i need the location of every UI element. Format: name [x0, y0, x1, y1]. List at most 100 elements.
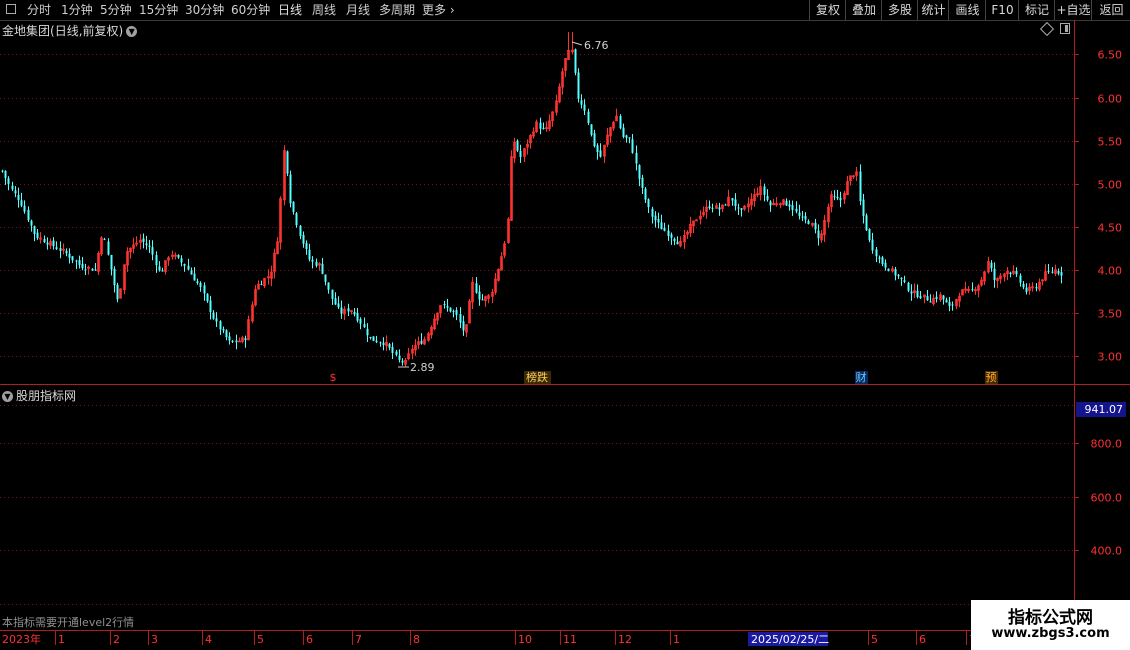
high-annotation: 6.76	[571, 39, 609, 52]
candle-body-down	[542, 127, 545, 129]
candle-body-down	[94, 269, 97, 271]
candle-body-down	[286, 151, 289, 174]
candle-body-down	[894, 269, 897, 276]
candle-body-down	[900, 277, 903, 280]
sub-indicator-grid	[0, 405, 1074, 605]
candle-body-down	[305, 243, 308, 249]
candle-body-down	[14, 190, 17, 194]
candle-body-down	[91, 268, 94, 271]
chevron-down-icon[interactable]: ▼	[2, 391, 13, 402]
candle-body-down	[763, 186, 766, 195]
candle-body-down	[638, 165, 641, 179]
candle-body-down	[46, 242, 49, 245]
candle-body-down	[926, 296, 929, 301]
month-label: 11	[563, 633, 577, 646]
candle-body-down	[177, 254, 180, 258]
candle-body-down	[23, 205, 26, 212]
candle-body-down	[321, 263, 324, 274]
candle-body-down	[235, 340, 238, 343]
candle-body-down	[369, 336, 372, 339]
candle-body-down	[334, 298, 337, 305]
candle-body-down	[84, 269, 87, 271]
sub-title: ▼ 股朋指标网	[2, 387, 76, 404]
candle-body-down	[459, 314, 462, 323]
candle-body-down	[868, 229, 871, 240]
candle-body-down	[203, 285, 206, 294]
month-label: 6	[306, 633, 313, 646]
candle-body-down	[791, 205, 794, 210]
candle-body-down	[881, 257, 884, 264]
main-price-grid	[0, 54, 1074, 357]
marker-cai[interactable]: 财	[856, 370, 867, 384]
candle-body-down	[65, 250, 68, 254]
month-label: 10	[518, 633, 532, 646]
candle-body-down	[929, 301, 932, 303]
candle-body-down	[619, 116, 622, 129]
candle-body-down	[769, 201, 772, 206]
candle-body-down	[798, 212, 801, 216]
candle-body-down	[625, 135, 628, 138]
candle-body-down	[475, 283, 478, 293]
candle-body-down	[971, 289, 974, 291]
kline-chart[interactable]: $ 榜跌 财 预 6.76 2.89 6.50 6.00 5.50 5.00 4.50 4…	[0, 0, 1130, 650]
candle-body-down	[651, 208, 654, 217]
watermark-line2: www.zbgs3.com	[991, 626, 1110, 641]
layout-toggle-icon[interactable]	[1060, 23, 1070, 34]
candle-body-down	[30, 220, 33, 226]
candle-body-down	[1057, 270, 1060, 274]
candle-body-down	[222, 329, 225, 331]
candle-body-down	[196, 281, 199, 283]
candle-body-down	[103, 239, 106, 241]
candle-body-down	[990, 262, 993, 269]
candle-body-down	[36, 232, 39, 239]
candle-body-down	[734, 199, 737, 207]
candle-body-down	[587, 111, 590, 124]
candle-body-down	[20, 200, 23, 206]
month-label: 2	[113, 633, 120, 646]
candle-body-down	[398, 355, 401, 360]
price-axis-label: 4.00	[1098, 265, 1123, 278]
candle-body-down	[116, 284, 119, 300]
candle-body-down	[654, 215, 657, 221]
candle-body-down	[27, 209, 30, 221]
stock-name: 金地集团	[2, 24, 51, 38]
year-label: 2023年	[2, 632, 41, 646]
candle-body-down	[1, 170, 4, 172]
candle-body-down	[363, 324, 366, 328]
candle-body-up	[695, 219, 698, 222]
candle-body-down	[395, 351, 398, 355]
sub-indicator-name: 股朋指标网	[16, 389, 77, 403]
candle-body-down	[359, 319, 362, 324]
candle-body-down	[209, 300, 212, 313]
candle-body-down	[1015, 270, 1018, 275]
candle-body-down	[148, 245, 151, 247]
candle-body-down	[353, 311, 356, 315]
candle-body-down	[903, 280, 906, 282]
candle-body-down	[145, 243, 148, 246]
sub-axis-label: 800.0	[1091, 438, 1123, 451]
price-axis: 6.50 6.00 5.50 5.00 4.50 4.00 3.50 3.00	[1074, 49, 1122, 364]
candle-body-down	[708, 206, 711, 209]
candle-body-down	[481, 299, 484, 301]
marker-bangdie[interactable]: 榜跌	[526, 370, 548, 384]
candle-body-down	[302, 235, 305, 244]
candle-body-down	[740, 208, 743, 210]
candle-body-down	[379, 342, 382, 344]
chevron-down-icon[interactable]: ▼	[126, 26, 138, 37]
candle-body-down	[875, 249, 878, 257]
marker-dollar[interactable]: $	[330, 371, 337, 384]
candle-body-down	[667, 230, 670, 236]
candle-body-down	[631, 139, 634, 153]
candle-body-down	[81, 263, 84, 269]
candle-body-down	[865, 215, 868, 231]
marker-yu[interactable]: 预	[986, 371, 997, 384]
month-label: 6	[919, 633, 926, 646]
date-axis: 2023年 123456781011121567	[2, 631, 976, 646]
candle-body-down	[337, 303, 340, 308]
candle-body-down	[71, 256, 74, 261]
candle-body-down	[519, 151, 522, 157]
candle-body-down	[331, 289, 334, 299]
candle-body-down	[539, 122, 542, 129]
low-label: 2.89	[410, 361, 435, 374]
high-label: 6.76	[584, 39, 609, 52]
